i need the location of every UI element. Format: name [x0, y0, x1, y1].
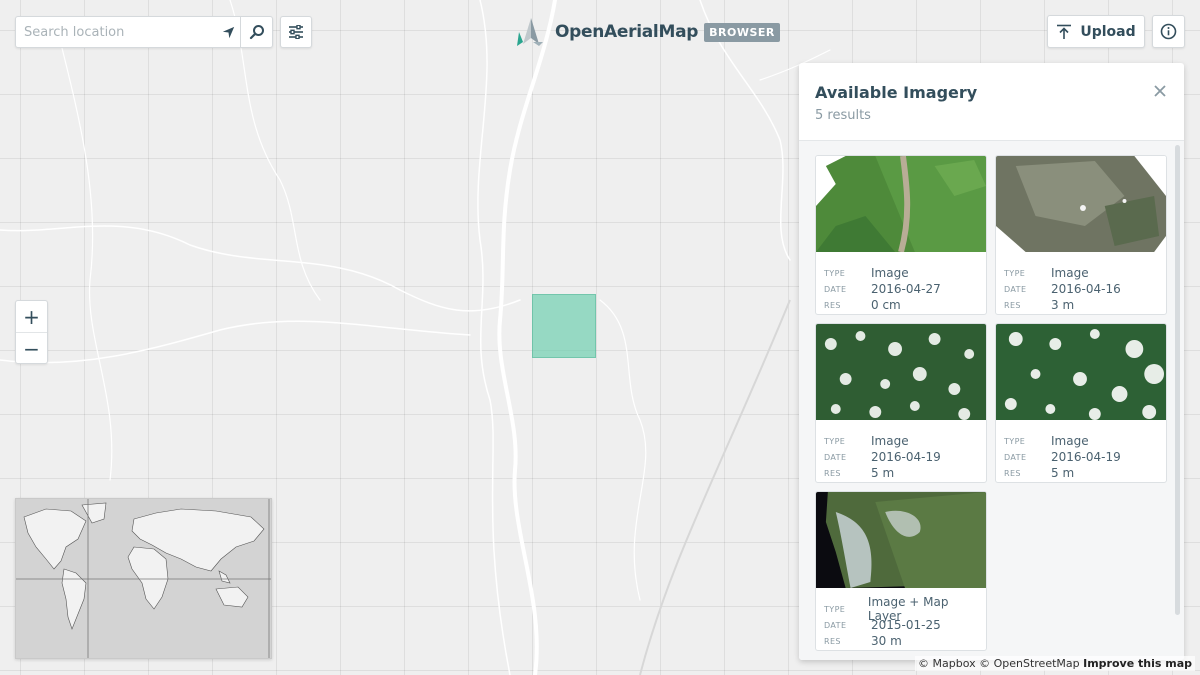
imagery-card[interactable]: TYPE Image + Map Layer DATE 2015-01-25 RES… [815, 491, 987, 651]
date-label: DATE [824, 452, 847, 462]
upload-label: Upload [1080, 23, 1136, 40]
type-value: Image [871, 434, 909, 448]
date-label: DATE [1004, 284, 1027, 294]
zoom-control: + − [15, 300, 48, 364]
close-icon [1154, 85, 1166, 97]
date-value: 2016-04-19 [1051, 450, 1121, 464]
improve-map-link[interactable]: Improve this map [1083, 657, 1192, 670]
filter-sliders-icon [289, 25, 303, 39]
results-count: 5 results [815, 108, 871, 123]
filter-button[interactable] [280, 16, 312, 48]
type-label: TYPE [1004, 268, 1026, 278]
world-minimap [16, 499, 271, 658]
res-value: 5 m [1051, 466, 1075, 480]
type-value: Image [1051, 266, 1089, 280]
date-value: 2016-04-27 [871, 282, 941, 296]
res-label: RES [824, 636, 841, 646]
osm-attribution-link[interactable]: © OpenStreetMap [979, 657, 1080, 670]
type-label: TYPE [824, 268, 846, 278]
date-value: 2015-01-25 [871, 618, 941, 632]
date-value: 2016-04-16 [1051, 282, 1121, 296]
imagery-thumbnail [816, 324, 986, 420]
minimap[interactable] [15, 498, 272, 659]
res-label: RES [824, 300, 841, 310]
date-label: DATE [824, 620, 847, 630]
type-label: TYPE [824, 604, 846, 614]
map-attribution: © Mapbox © OpenStreetMap Improve this ma… [915, 656, 1195, 671]
mapbox-attribution-link[interactable]: © Mapbox [918, 657, 976, 670]
res-value: 5 m [871, 466, 895, 480]
res-label: RES [1004, 468, 1021, 478]
res-value: 0 cm [871, 298, 901, 312]
search-box [15, 16, 273, 48]
panel-title: Available Imagery [815, 83, 978, 102]
imagery-thumbnail [816, 492, 986, 588]
results-list[interactable]: TYPE Image DATE 2016-04-27 RES 0 cm TYPE Ima… [799, 141, 1184, 660]
brand-badge: BROWSER [704, 22, 780, 42]
type-label: TYPE [1004, 436, 1026, 446]
imagery-thumbnail [996, 324, 1166, 420]
res-value: 30 m [871, 634, 902, 648]
locate-arrow-icon[interactable] [216, 17, 240, 47]
imagery-thumbnail [996, 156, 1166, 252]
search-button[interactable] [240, 17, 272, 47]
upload-icon [1057, 24, 1072, 39]
zoom-in-button[interactable]: + [16, 301, 47, 333]
panel-header: Available Imagery 5 results [799, 63, 1184, 141]
imagery-card[interactable]: TYPE Image DATE 2016-04-19 RES 5 m [995, 323, 1167, 483]
imagery-card[interactable]: TYPE Image DATE 2016-04-16 RES 3 m [995, 155, 1167, 315]
search-icon [249, 25, 264, 40]
type-value: Image [1051, 434, 1089, 448]
date-label: DATE [1004, 452, 1027, 462]
res-label: RES [1004, 300, 1021, 310]
date-label: DATE [824, 284, 847, 294]
info-button[interactable] [1152, 15, 1185, 48]
type-value: Image [871, 266, 909, 280]
date-value: 2016-04-19 [871, 450, 941, 464]
results-scrollbar[interactable] [1175, 145, 1180, 615]
res-label: RES [824, 468, 841, 478]
imagery-card[interactable]: TYPE Image DATE 2016-04-27 RES 0 cm [815, 155, 987, 315]
res-value: 3 m [1051, 298, 1075, 312]
close-panel-button[interactable] [1150, 81, 1170, 101]
upload-button[interactable]: Upload [1047, 15, 1145, 48]
imagery-card[interactable]: TYPE Image DATE 2016-04-19 RES 5 m [815, 323, 987, 483]
brand-title: OpenAerialMap [555, 22, 699, 42]
zoom-out-button[interactable]: − [16, 333, 47, 365]
brand[interactable]: OpenAerialMap BROWSER [515, 16, 780, 48]
search-input[interactable] [16, 17, 216, 47]
oam-logo-icon [517, 18, 543, 46]
imagery-thumbnail [816, 156, 986, 253]
type-label: TYPE [824, 436, 846, 446]
imagery-panel: Available Imagery 5 results TYPE Image DA… [799, 63, 1184, 660]
info-icon [1160, 23, 1177, 40]
selected-grid-cell[interactable] [532, 294, 596, 358]
